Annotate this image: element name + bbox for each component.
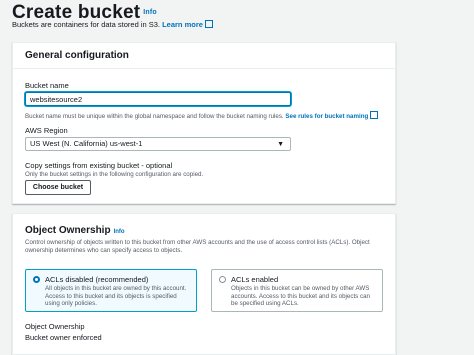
radio-unselected-icon[interactable] [219,276,226,283]
acls-enabled-option[interactable]: ACLs enabled Objects in this bucket can … [211,269,383,312]
caret-down-icon: ▼ [277,141,284,148]
learn-more-link[interactable]: Learn more [162,20,203,29]
external-link-icon [370,111,379,119]
rules-link[interactable]: See rules for bucket naming [285,113,368,120]
bucket-name-input[interactable]: websitesource2 [25,92,291,106]
acls-disabled-description: All objects in this bucket are owned by … [45,285,187,307]
object-ownership-status-label: Object Ownership [25,322,85,331]
aws-region-label: AWS Region [25,126,68,135]
object-ownership-description: Control ownership of objects written to … [25,239,370,254]
object-ownership-panel: Object Ownership Info Control ownership o… [12,213,396,355]
acls-disabled-option[interactable]: ACLs disabled (recommended) All objects … [25,269,197,312]
choose-bucket-button[interactable]: Choose bucket [25,180,91,195]
external-link-icon [204,20,213,28]
acls-enabled-label: ACLs enabled [231,275,279,284]
bucket-name-label: Bucket name [25,81,69,90]
object-ownership-title-text: Object Ownership [25,225,111,236]
aws-region-select[interactable]: US West (N. California) us-west-1 ▼ [25,137,291,151]
acls-disabled-label: ACLs disabled (recommended) [45,275,149,284]
general-configuration-panel: General configuration Bucket name websit… [12,42,396,204]
object-ownership-title: Object Ownership Info [25,225,125,236]
radio-selected-icon[interactable] [33,276,40,283]
bucket-name-help: Bucket name must be unique within the gl… [25,110,379,120]
panel-header: General configuration [13,43,395,69]
copy-settings-help: Only the bucket settings in the followin… [25,171,204,178]
bucket-name-help-text: Bucket name must be unique within the gl… [25,113,284,120]
aws-region-value: US West (N. California) us-west-1 [30,139,143,148]
page-subtitle: Buckets are containers for data stored i… [12,19,213,29]
info-link[interactable]: Info [143,9,157,16]
info-link[interactable]: Info [114,229,125,235]
object-ownership-status-value: Bucket owner enforced [25,333,102,342]
acls-enabled-description: Objects in this bucket can be owned by o… [231,285,370,307]
subtitle-text: Buckets are containers for data stored i… [12,20,160,29]
copy-settings-label: Copy settings from existing bucket - opt… [25,161,173,170]
panel-title: General configuration [25,50,129,61]
